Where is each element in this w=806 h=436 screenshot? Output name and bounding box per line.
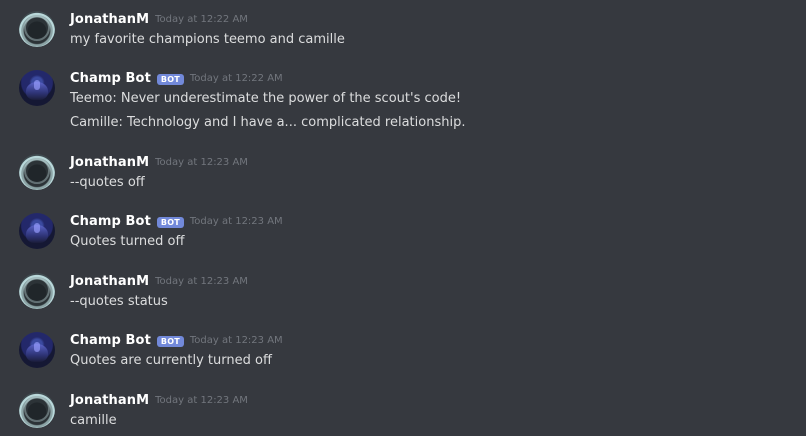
message-header: JonathanM Today at 12:22 AM xyxy=(70,11,248,29)
timestamp: Today at 12:22 AM xyxy=(155,14,248,25)
username[interactable]: Champ Bot xyxy=(70,213,151,231)
timestamp: Today at 12:23 AM xyxy=(155,276,248,287)
message-text: camille xyxy=(70,413,117,428)
message-header: JonathanM Today at 12:23 AM xyxy=(70,392,248,410)
message-header: Champ Bot BOT Today at 12:23 AM xyxy=(70,213,283,231)
avatar[interactable] xyxy=(19,11,55,47)
timestamp: Today at 12:23 AM xyxy=(155,157,248,168)
avatar[interactable] xyxy=(19,273,55,309)
message-header: JonathanM Today at 12:23 AM xyxy=(70,273,248,291)
message-header: Champ Bot BOT Today at 12:22 AM xyxy=(70,70,283,88)
timestamp: Today at 12:23 AM xyxy=(189,216,283,227)
timestamp: Today at 12:23 AM xyxy=(189,335,283,346)
message-header: JonathanM Today at 12:23 AM xyxy=(70,154,248,172)
avatar[interactable] xyxy=(19,213,55,249)
message-text: Camille: Technology and I have a... comp… xyxy=(70,115,466,130)
message-text: Quotes turned off xyxy=(70,234,185,249)
bot-badge: BOT xyxy=(156,73,184,85)
username[interactable]: JonathanM xyxy=(70,11,149,29)
bot-badge: BOT xyxy=(156,216,184,228)
message-text: --quotes status xyxy=(70,294,168,309)
avatar[interactable] xyxy=(19,392,55,428)
username[interactable]: JonathanM xyxy=(70,273,149,291)
timestamp: Today at 12:23 AM xyxy=(155,395,248,406)
timestamp: Today at 12:22 AM xyxy=(189,73,283,84)
message-text: Teemo: Never underestimate the power of … xyxy=(70,91,462,106)
avatar[interactable] xyxy=(19,154,55,190)
username[interactable]: JonathanM xyxy=(70,392,149,410)
username[interactable]: Champ Bot xyxy=(70,332,151,350)
username[interactable]: Champ Bot xyxy=(70,70,151,88)
message-text: my favorite champions teemo and camille xyxy=(70,32,345,47)
avatar[interactable] xyxy=(19,332,55,368)
username[interactable]: JonathanM xyxy=(70,154,149,172)
message-header: Champ Bot BOT Today at 12:23 AM xyxy=(70,332,283,350)
avatar[interactable] xyxy=(19,70,55,106)
message-text: --quotes off xyxy=(70,175,145,190)
message-text: Quotes are currently turned off xyxy=(70,353,272,368)
bot-badge: BOT xyxy=(156,335,184,347)
